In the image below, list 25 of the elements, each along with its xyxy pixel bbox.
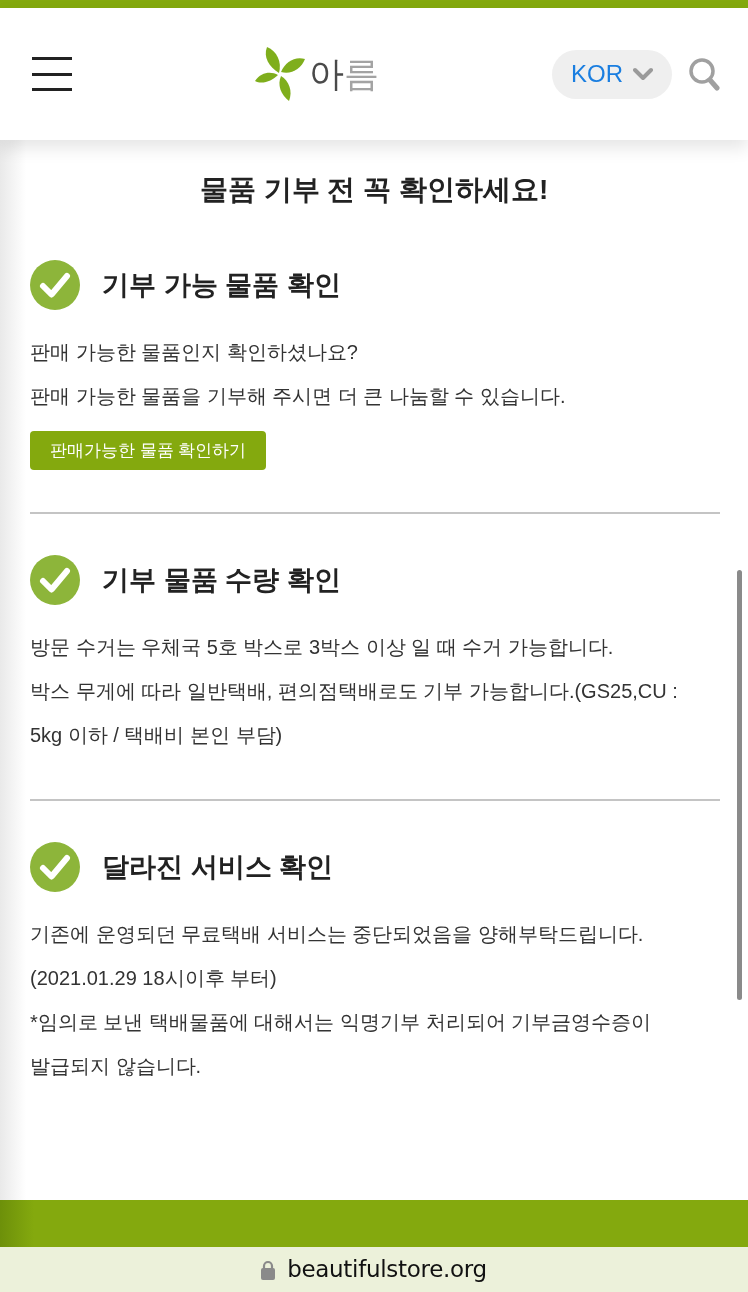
- section-heading: 기부 가능 물품 확인: [102, 269, 341, 302]
- section-heading: 기부 물품 수량 확인: [102, 564, 341, 597]
- logo-text: 아름: [309, 56, 379, 92]
- page-title: 물품 기부 전 꼭 확인하세요!: [198, 173, 550, 207]
- search-button[interactable]: [688, 57, 720, 91]
- section-text: *임의로 보낸 택배물품에 대해서는 익명기부 처리되어 기부금영수증이 발급되지 않습니다.: [30, 1010, 653, 1079]
- flower-logo-icon: [255, 45, 305, 103]
- section-text: 박스 무게에 따라 일반택배, 편의점택배로도 기부 가능합니다.(GS25,CU : 5kg 이하 / 택배비 본인 부담): [30, 679, 679, 748]
- menu-button[interactable]: [32, 57, 72, 91]
- chevron-down-icon: [633, 67, 653, 81]
- logo-link[interactable]: 아름: [255, 45, 379, 103]
- check-circle-icon: [30, 260, 80, 310]
- search-icon: [688, 57, 720, 91]
- section-text: 방문 수거는 우체국 5호 박스로 3박스 이상 일 때 수거 가능합니다.: [30, 635, 615, 660]
- section-text: (2021.01.29 18시이후 부터): [30, 966, 278, 991]
- check-circle-icon: [30, 842, 80, 892]
- section-text: 판매 가능한 물품인지 확인하셨나요?: [30, 340, 359, 365]
- check-items-button[interactable]: 판매가능한 물품 확인하기: [30, 431, 267, 470]
- language-selector[interactable]: KOR: [552, 49, 672, 99]
- url-text: beautifulstore.org: [287, 1255, 487, 1285]
- section-heading: 달라진 서비스 확인: [102, 851, 333, 884]
- lock-icon: [261, 1259, 276, 1280]
- section-text: 판매 가능한 물품을 기부해 주시면 더 큰 나눔할 수 있습니다.: [30, 384, 567, 409]
- section-text: 기존에 운영되던 무료택배 서비스는 중단되었음을 양해부탁드립니다.: [30, 922, 645, 947]
- check-circle-icon: [30, 555, 80, 605]
